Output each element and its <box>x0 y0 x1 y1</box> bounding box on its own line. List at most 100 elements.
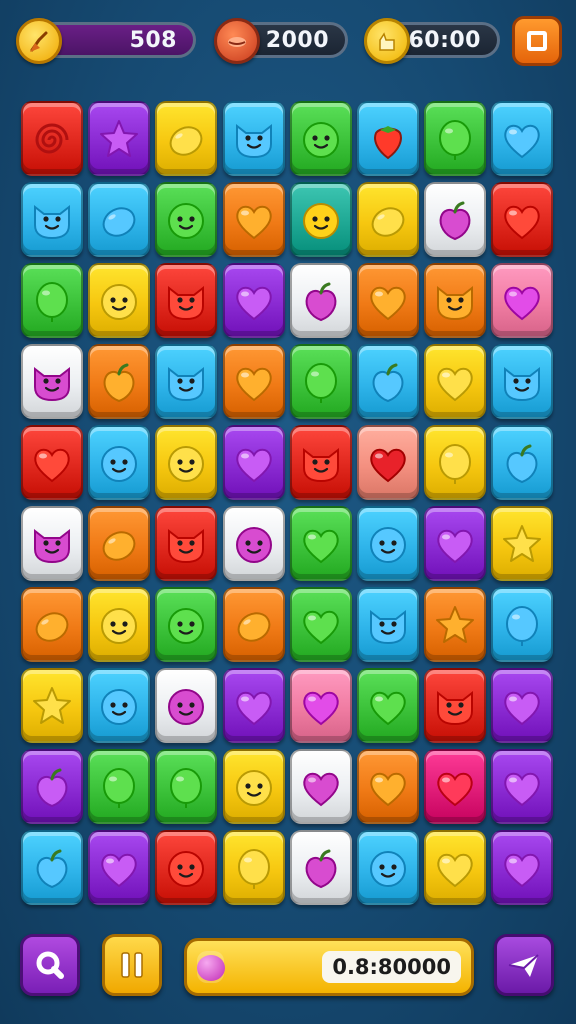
tile-teal-smiley[interactable] <box>289 182 352 257</box>
tile-yellow-smiley[interactable] <box>88 263 151 338</box>
tile-white-fruit[interactable] <box>289 263 352 338</box>
smiley-icon <box>168 607 205 644</box>
tile-red-heart[interactable] <box>21 425 83 500</box>
tile-cyan-cat[interactable] <box>155 344 218 419</box>
tile-purple-heart[interactable] <box>88 830 151 905</box>
heart-icon <box>437 367 473 401</box>
tile-purple-heart[interactable] <box>222 425 285 500</box>
heart-icon <box>303 691 339 725</box>
tile-white-smiley[interactable] <box>155 668 218 743</box>
smiley-icon <box>101 283 138 320</box>
tile-yellow-smiley[interactable] <box>222 749 285 824</box>
tile-purple-heart[interactable] <box>491 830 554 905</box>
tile-orange-heart[interactable] <box>357 263 419 338</box>
tile-red-cat[interactable] <box>424 668 487 743</box>
heart-icon <box>504 286 541 320</box>
tile-magenta-heart[interactable] <box>424 749 487 824</box>
heart-icon <box>504 124 541 158</box>
tile-green-balloon[interactable] <box>289 344 352 419</box>
tile-white-cat[interactable] <box>21 344 83 419</box>
strawberry-icon <box>374 125 402 159</box>
tile-orange-heart[interactable] <box>222 344 285 419</box>
hand-coin-icon <box>364 18 410 64</box>
tile-cyan-smiley[interactable] <box>88 668 151 743</box>
tile-pink-heart[interactable] <box>491 263 554 338</box>
tile-purple-heart[interactable] <box>491 668 554 743</box>
pause-icon <box>121 952 143 978</box>
tile-cyan-cat[interactable] <box>491 344 554 419</box>
tile-cyan-balloon[interactable] <box>491 587 554 662</box>
tile-cyan-cat[interactable] <box>21 182 83 257</box>
tile-yellow-heart[interactable] <box>424 830 487 905</box>
tile-red-heart[interactable] <box>491 182 554 257</box>
tile-cyan-fruit[interactable] <box>21 830 83 905</box>
tile-orange-fruit[interactable] <box>88 344 151 419</box>
tile-orange-heart[interactable] <box>357 749 419 824</box>
tile-green-heart[interactable] <box>357 668 419 743</box>
tile-cyan-heart[interactable] <box>491 101 554 176</box>
tile-yellow-star[interactable] <box>21 668 83 743</box>
tile-purple-heart[interactable] <box>222 263 285 338</box>
tile-purple-heart[interactable] <box>424 506 487 581</box>
tile-orange-lemon[interactable] <box>222 587 285 662</box>
tile-white-fruit[interactable] <box>424 182 487 257</box>
tile-cyan-cat[interactable] <box>222 101 285 176</box>
send-button[interactable] <box>494 934 554 996</box>
tile-purple-fruit[interactable] <box>21 749 83 824</box>
menu-button[interactable] <box>512 16 562 66</box>
tile-white-heart[interactable] <box>289 749 352 824</box>
square-menu-icon <box>527 31 547 51</box>
tile-yellow-lemon[interactable] <box>357 182 419 257</box>
balloon-icon <box>237 848 270 889</box>
tile-green-heart[interactable] <box>289 506 352 581</box>
tile-cyan-cat[interactable] <box>357 587 419 662</box>
tile-white-cat[interactable] <box>21 506 83 581</box>
tile-purple-star[interactable] <box>88 101 151 176</box>
tile-purple-heart[interactable] <box>491 749 554 824</box>
heart-icon <box>235 205 272 239</box>
tile-orange-lemon[interactable] <box>21 587 83 662</box>
tile-yellow-balloon[interactable] <box>424 425 487 500</box>
tile-cyan-smiley[interactable] <box>357 830 419 905</box>
tile-orange-heart[interactable] <box>222 182 285 257</box>
tile-red-smiley[interactable] <box>155 830 218 905</box>
tile-yellow-balloon[interactable] <box>222 830 285 905</box>
tile-green-balloon[interactable] <box>21 263 83 338</box>
tile-red-cat[interactable] <box>155 263 218 338</box>
tile-cyan-fruit[interactable] <box>357 344 419 419</box>
tile-yellow-lemon[interactable] <box>155 101 218 176</box>
tile-cyan-lemon[interactable] <box>88 182 151 257</box>
balloon-icon <box>506 605 539 646</box>
tile-cyan-smiley[interactable] <box>88 425 151 500</box>
tile-white-fruit[interactable] <box>289 830 352 905</box>
tile-cyan-strawberry[interactable] <box>357 101 419 176</box>
tile-yellow-smiley[interactable] <box>155 425 218 500</box>
tile-red-spiral[interactable] <box>21 101 83 176</box>
tile-red-cat[interactable] <box>155 506 218 581</box>
pause-button[interactable] <box>102 934 162 996</box>
search-button[interactable] <box>20 934 80 996</box>
tile-cyan-smiley[interactable] <box>357 506 419 581</box>
tile-yellow-smiley[interactable] <box>88 587 151 662</box>
cat-icon <box>168 528 205 563</box>
tile-cyan-fruit[interactable] <box>491 425 554 500</box>
tile-purple-heart[interactable] <box>222 668 285 743</box>
tile-orange-cat[interactable] <box>424 263 487 338</box>
tile-green-balloon[interactable] <box>155 749 218 824</box>
tile-green-smiley[interactable] <box>155 587 218 662</box>
tile-orange-star[interactable] <box>424 587 487 662</box>
tile-pink-heart[interactable] <box>289 668 352 743</box>
tile-yellow-star[interactable] <box>491 506 554 581</box>
tile-red-cat[interactable] <box>289 425 352 500</box>
tile-green-balloon[interactable] <box>88 749 151 824</box>
tile-green-smiley[interactable] <box>155 182 218 257</box>
tile-orange-lemon[interactable] <box>88 506 151 581</box>
tile-salmon-heart[interactable] <box>357 425 419 500</box>
tile-green-balloon[interactable] <box>424 101 487 176</box>
tile-yellow-heart[interactable] <box>424 344 487 419</box>
tile-white-smiley[interactable] <box>222 506 285 581</box>
top-hud: 508 2000 160:00 <box>0 14 576 70</box>
tile-green-smiley[interactable] <box>289 101 352 176</box>
tile-green-heart[interactable] <box>289 587 352 662</box>
fruit-icon <box>372 363 404 402</box>
